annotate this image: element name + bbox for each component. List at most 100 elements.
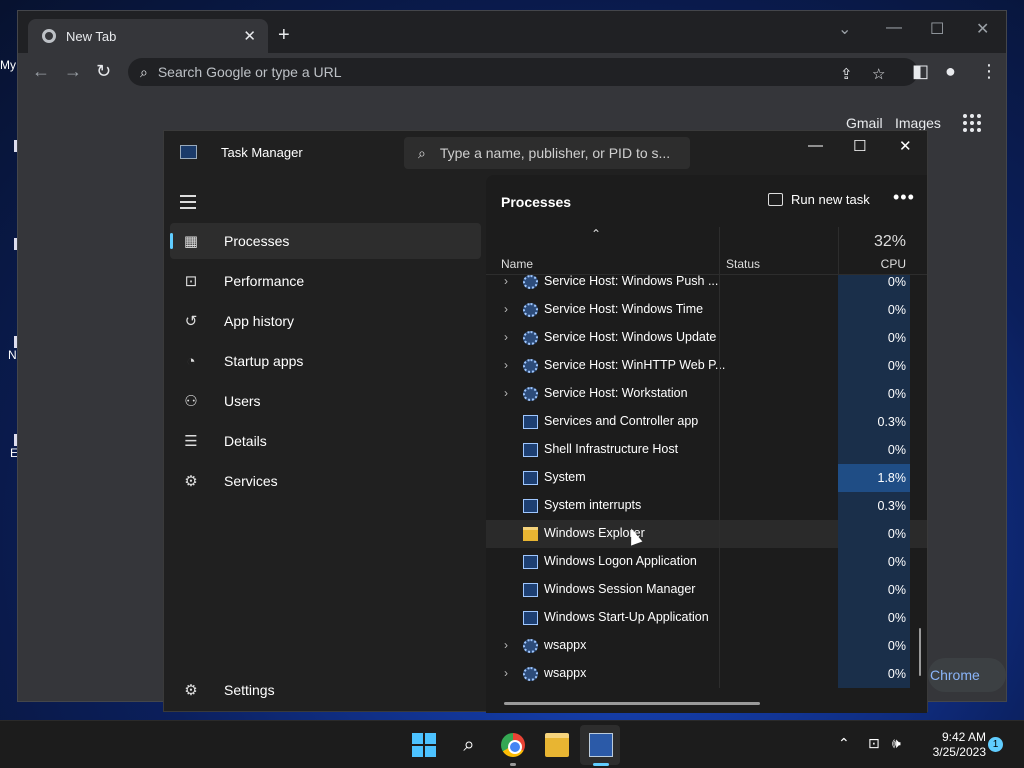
table-row[interactable]: Services and Controller app 0.3% <box>486 408 927 436</box>
menu-kebab-icon[interactable]: ⋮ <box>980 61 998 82</box>
new-tab-button[interactable]: + <box>278 25 290 45</box>
table-row[interactable]: › Service Host: WinHTTP Web P... 0% <box>486 352 927 380</box>
images-link[interactable]: Images <box>895 115 941 131</box>
details-icon: ☰ <box>184 433 198 450</box>
table-row[interactable]: › wsappx 0% <box>486 632 927 660</box>
table-row[interactable]: › Service Host: Windows Push ... 0% <box>486 275 927 296</box>
table-row[interactable]: › Service Host: Windows Update 0% <box>486 324 927 352</box>
maximize-button[interactable]: ☐ <box>853 137 866 155</box>
hamburger-menu-icon[interactable] <box>180 195 196 213</box>
table-row[interactable]: › wsappx 0% <box>486 660 927 688</box>
table-row[interactable]: › Service Host: Windows Time 0% <box>486 296 927 324</box>
service-gear-icon <box>523 359 538 373</box>
process-name: Services and Controller app <box>544 414 699 428</box>
network-icon[interactable]: ⊡ <box>868 735 880 752</box>
show-hidden-icons-chevron-icon[interactable]: ⌃ <box>838 735 850 752</box>
process-cpu: 0.3% <box>838 408 910 436</box>
process-name: Service Host: Windows Update <box>544 330 717 344</box>
nav-performance[interactable]: ⊡ Performance <box>170 263 481 299</box>
start-button[interactable] <box>412 733 436 757</box>
maximize-button[interactable]: ☐ <box>930 19 944 39</box>
table-row[interactable]: Shell Infrastructure Host 0% <box>486 436 927 464</box>
notification-badge[interactable]: 1 <box>988 737 1003 752</box>
file-explorer-icon[interactable] <box>545 733 569 757</box>
gmail-link[interactable]: Gmail <box>846 115 883 131</box>
expand-chevron-icon[interactable]: › <box>504 330 508 344</box>
nav-settings[interactable]: ⚙ Settings <box>170 672 481 708</box>
desktop-icon[interactable]: N <box>0 336 19 362</box>
back-icon[interactable]: ← <box>32 61 50 82</box>
cell-divider <box>719 604 720 632</box>
chrome-tab[interactable]: New Tab ✕ <box>28 19 268 53</box>
table-row[interactable]: Windows Start-Up Application 0% <box>486 604 927 632</box>
chrome-app-icon[interactable] <box>501 733 525 757</box>
page-title: Processes <box>501 194 572 210</box>
google-apps-icon[interactable] <box>963 114 981 132</box>
forward-icon[interactable]: → <box>64 61 82 82</box>
customize-chrome-button[interactable]: Chrome <box>928 658 1006 692</box>
process-name: Windows Logon Application <box>544 554 697 568</box>
expand-chevron-icon[interactable]: › <box>504 666 508 680</box>
horizontal-scrollbar[interactable] <box>504 702 760 705</box>
nav-processes[interactable]: ▦ Processes <box>170 223 481 259</box>
table-row[interactable]: Windows Logon Application 0% <box>486 548 927 576</box>
expand-chevron-icon[interactable]: › <box>504 358 508 372</box>
desktop-icon-partial[interactable] <box>0 238 19 250</box>
nav-details[interactable]: ☰ Details <box>170 423 481 459</box>
column-divider[interactable] <box>719 227 720 274</box>
process-cpu: 0% <box>838 660 910 688</box>
app-window-icon <box>523 471 538 485</box>
tab-close-icon[interactable]: ✕ <box>243 27 256 45</box>
bookmark-star-icon[interactable]: ☆ <box>872 65 885 83</box>
table-row[interactable]: System 1.8% <box>486 464 927 492</box>
expand-chevron-icon[interactable]: › <box>504 386 508 400</box>
nav-startup-apps[interactable]: ◔ Startup apps <box>170 343 481 379</box>
expand-chevron-icon[interactable]: › <box>504 275 508 288</box>
share-icon[interactable]: ⇪ <box>840 65 853 83</box>
omnibox[interactable]: ⌕ Search Google or type a URL ⇪ ☆ <box>128 58 918 86</box>
nav-services[interactable]: ⚙ Services <box>170 463 481 499</box>
process-name: Service Host: WinHTTP Web P... <box>544 358 726 372</box>
nav-app-history[interactable]: ↺ App history <box>170 303 481 339</box>
expand-chevron-icon[interactable]: › <box>504 302 508 316</box>
desktop-icon-partial[interactable] <box>0 140 19 152</box>
volume-icon[interactable]: 🕪 <box>892 735 901 752</box>
desktop-icon[interactable]: E <box>0 434 19 460</box>
run-new-task-button[interactable]: Run new task <box>768 192 870 207</box>
table-row[interactable]: Windows Session Manager 0% <box>486 576 927 604</box>
task-manager-taskbar-icon[interactable] <box>589 733 613 757</box>
close-window-button[interactable]: ✕ <box>899 137 912 155</box>
minimize-button[interactable]: — <box>886 19 902 37</box>
process-search-input[interactable]: ⌕ Type a name, publisher, or PID to s... <box>404 137 690 169</box>
app-history-icon: ↺ <box>184 313 198 330</box>
side-panel-icon[interactable]: ◧ <box>912 61 929 82</box>
app-window-icon <box>523 555 538 569</box>
vertical-scrollbar[interactable] <box>919 628 921 676</box>
process-cpu: 0% <box>838 604 910 632</box>
column-cpu[interactable]: CPU <box>838 257 906 271</box>
column-name[interactable]: Name <box>501 257 533 271</box>
nav-users[interactable]: ⚇ Users <box>170 383 481 419</box>
minimize-button[interactable]: — <box>808 137 823 154</box>
tab-title: New Tab <box>66 28 117 44</box>
more-options-icon[interactable]: ••• <box>893 187 915 208</box>
taskbar: ⌕ ⌃ ⊡ 🕪 9:42 AM 3/25/2023 1 <box>0 720 1024 768</box>
table-row[interactable]: › Service Host: Workstation 0% <box>486 380 927 408</box>
tab-search-icon[interactable]: ⌄ <box>838 19 851 39</box>
search-icon[interactable]: ⌕ <box>457 733 481 757</box>
desktop-icon[interactable]: My <box>0 58 18 72</box>
processes-icon: ▦ <box>183 233 199 250</box>
omnibox-placeholder: Search Google or type a URL <box>157 64 342 80</box>
profile-icon[interactable]: ● <box>945 61 956 82</box>
folder-icon <box>523 527 538 541</box>
process-cpu: 0% <box>838 436 910 464</box>
system-clock[interactable]: 9:42 AM 3/25/2023 <box>920 730 986 760</box>
table-row[interactable]: Windows Explorer 0% <box>486 520 927 548</box>
expand-chevron-icon[interactable]: › <box>504 638 508 652</box>
table-row[interactable]: System interrupts 0.3% <box>486 492 927 520</box>
processes-pane: Processes Run new task ••• ⌃ Name Status… <box>486 175 927 713</box>
reload-icon[interactable]: ↻ <box>96 61 111 82</box>
close-window-button[interactable]: ✕ <box>976 19 989 39</box>
column-status[interactable]: Status <box>726 257 760 271</box>
startup-apps-icon: ◔ <box>186 352 196 370</box>
